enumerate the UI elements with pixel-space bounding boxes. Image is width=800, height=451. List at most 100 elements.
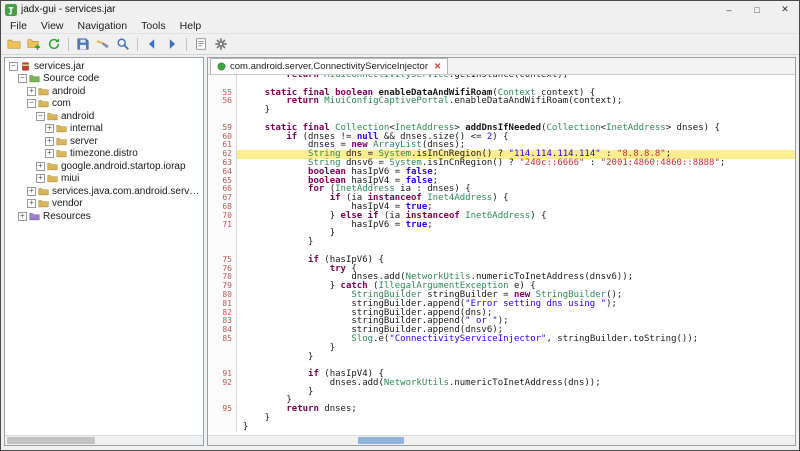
save-all-button[interactable] xyxy=(74,36,92,53)
collapse-handle-icon[interactable]: − xyxy=(27,99,36,108)
code-line[interactable]: } xyxy=(208,414,795,423)
expand-handle-icon[interactable]: + xyxy=(45,149,54,158)
expand-handle-icon[interactable]: + xyxy=(27,187,36,196)
code-horizontal-scrollbar[interactable] xyxy=(208,435,795,445)
line-number: 85 xyxy=(208,335,237,344)
code-panel: com.android.server.ConnectivityServiceIn… xyxy=(207,57,796,446)
text-search-button[interactable] xyxy=(94,36,112,53)
preferences-button[interactable] xyxy=(212,36,230,53)
line-number: 71 xyxy=(208,221,237,230)
code-line[interactable]: } xyxy=(208,238,795,247)
tree-item-label: android xyxy=(61,111,94,122)
menu-item-tools[interactable]: Tools xyxy=(134,20,173,32)
code-editor[interactable]: return MiuiConnectivityService.getInstan… xyxy=(208,75,795,435)
tree-item-source-code[interactable]: −Source code xyxy=(5,73,203,86)
tree-item-miui[interactable]: +miui xyxy=(5,173,203,186)
maximize-button[interactable]: □ xyxy=(743,1,771,18)
tab-label: com.android.server.ConnectivityServiceIn… xyxy=(230,61,428,72)
collapse-handle-icon[interactable]: − xyxy=(18,74,27,83)
package-icon xyxy=(38,98,49,109)
menu-item-navigation[interactable]: Navigation xyxy=(71,20,135,32)
tree-item-server[interactable]: +server xyxy=(5,135,203,148)
jadx-app-icon xyxy=(5,4,17,16)
collapse-handle-icon[interactable]: − xyxy=(36,112,45,121)
expand-handle-icon[interactable]: + xyxy=(36,162,45,171)
code-line[interactable]: } xyxy=(208,388,795,397)
add-files-icon xyxy=(27,37,41,51)
package-icon xyxy=(38,186,49,197)
title-bar[interactable]: jadx-gui - services.jar – □ ✕ xyxy=(1,1,799,18)
window-controls: – □ ✕ xyxy=(715,1,799,18)
package-icon xyxy=(38,86,49,97)
tree-item-com[interactable]: −com xyxy=(5,98,203,111)
code-text: } xyxy=(237,344,795,353)
forward-icon xyxy=(165,37,179,51)
expand-handle-icon[interactable]: + xyxy=(36,174,45,183)
expand-handle-icon[interactable]: + xyxy=(18,212,27,221)
line-number xyxy=(208,106,237,115)
tree-item-timezone-distro[interactable]: + timezone.distro xyxy=(5,148,203,161)
tree-item-internal[interactable]: + internal xyxy=(5,123,203,136)
expand-handle-icon[interactable]: + xyxy=(45,137,54,146)
expand-handle-icon[interactable]: + xyxy=(27,87,36,96)
toolbar xyxy=(1,33,799,55)
minimize-button[interactable]: – xyxy=(715,1,743,18)
code-line[interactable]: } xyxy=(208,423,795,432)
app-window: jadx-gui - services.jar – □ ✕ FileViewNa… xyxy=(0,0,800,451)
tree-item-vendor[interactable]: + vendor xyxy=(5,198,203,211)
tree-item-services-java-com-android-server[interactable]: +services.java.com.android.server... xyxy=(5,185,203,198)
resources-icon xyxy=(29,211,40,222)
tree-item-resources[interactable]: +Resources xyxy=(5,210,203,223)
log-viewer-button[interactable] xyxy=(192,36,210,53)
tree-body: −services.jar−Source code+android−com−an… xyxy=(5,58,203,435)
tab-connectivity-service-injector[interactable]: com.android.server.ConnectivityServiceIn… xyxy=(210,58,448,74)
tree-item-label: internal xyxy=(70,123,103,134)
forward-button[interactable] xyxy=(163,36,181,53)
tree-item-google-android-startop-iorap[interactable]: +google.android.startop.iorap xyxy=(5,160,203,173)
code-line[interactable]: } xyxy=(208,106,795,115)
line-number: 56 xyxy=(208,97,237,106)
preferences-icon xyxy=(214,37,228,51)
expand-handle-icon[interactable]: + xyxy=(45,124,54,133)
close-button[interactable]: ✕ xyxy=(771,1,799,18)
expand-handle-icon[interactable]: + xyxy=(27,199,36,208)
tree-item-android[interactable]: − android xyxy=(5,110,203,123)
tree-item-label: services.jar xyxy=(34,61,85,72)
tree-item-android[interactable]: + android xyxy=(5,85,203,98)
menu-item-file[interactable]: File xyxy=(3,20,34,32)
source-folder-icon xyxy=(29,73,40,84)
tree-item-label: vendor xyxy=(52,198,83,209)
back-button[interactable] xyxy=(143,36,161,53)
package-icon xyxy=(56,148,67,159)
text-search-icon xyxy=(96,37,110,51)
class-search-button[interactable] xyxy=(114,36,132,53)
menu-item-view[interactable]: View xyxy=(34,20,71,32)
line-number xyxy=(208,344,237,353)
add-files-button[interactable] xyxy=(25,36,43,53)
toolbar-separator xyxy=(68,38,69,51)
code-line[interactable]: 56 return MiuiConfigCaptivePortal.enable… xyxy=(208,97,795,106)
code-line[interactable]: } xyxy=(208,353,795,362)
package-icon xyxy=(38,198,49,209)
jar-icon xyxy=(20,61,31,72)
line-number: 95 xyxy=(208,405,237,414)
tree-item-label: timezone.distro xyxy=(70,148,138,159)
tree-scrollbar-thumb[interactable] xyxy=(7,437,95,444)
code-text: } xyxy=(237,414,795,423)
code-text: dnses.add(NetworkUtils.numericToInetAddr… xyxy=(237,379,795,388)
code-text: } xyxy=(237,106,795,115)
toolbar-separator xyxy=(186,38,187,51)
reload-button[interactable] xyxy=(45,36,63,53)
tree-horizontal-scrollbar[interactable] xyxy=(5,435,203,445)
open-file-button[interactable] xyxy=(5,36,23,53)
package-icon xyxy=(47,111,58,122)
code-line[interactable]: 95 return dnses; xyxy=(208,405,795,414)
code-scrollbar-thumb[interactable] xyxy=(358,437,404,444)
collapse-handle-icon[interactable]: − xyxy=(9,62,18,71)
tree-item-services-jar[interactable]: − services.jar xyxy=(5,60,203,73)
tree-item-label: android xyxy=(52,86,85,97)
tab-close-icon[interactable]: ✕ xyxy=(434,61,441,72)
class-icon xyxy=(217,62,226,71)
line-number xyxy=(208,414,237,423)
menu-item-help[interactable]: Help xyxy=(173,20,209,32)
